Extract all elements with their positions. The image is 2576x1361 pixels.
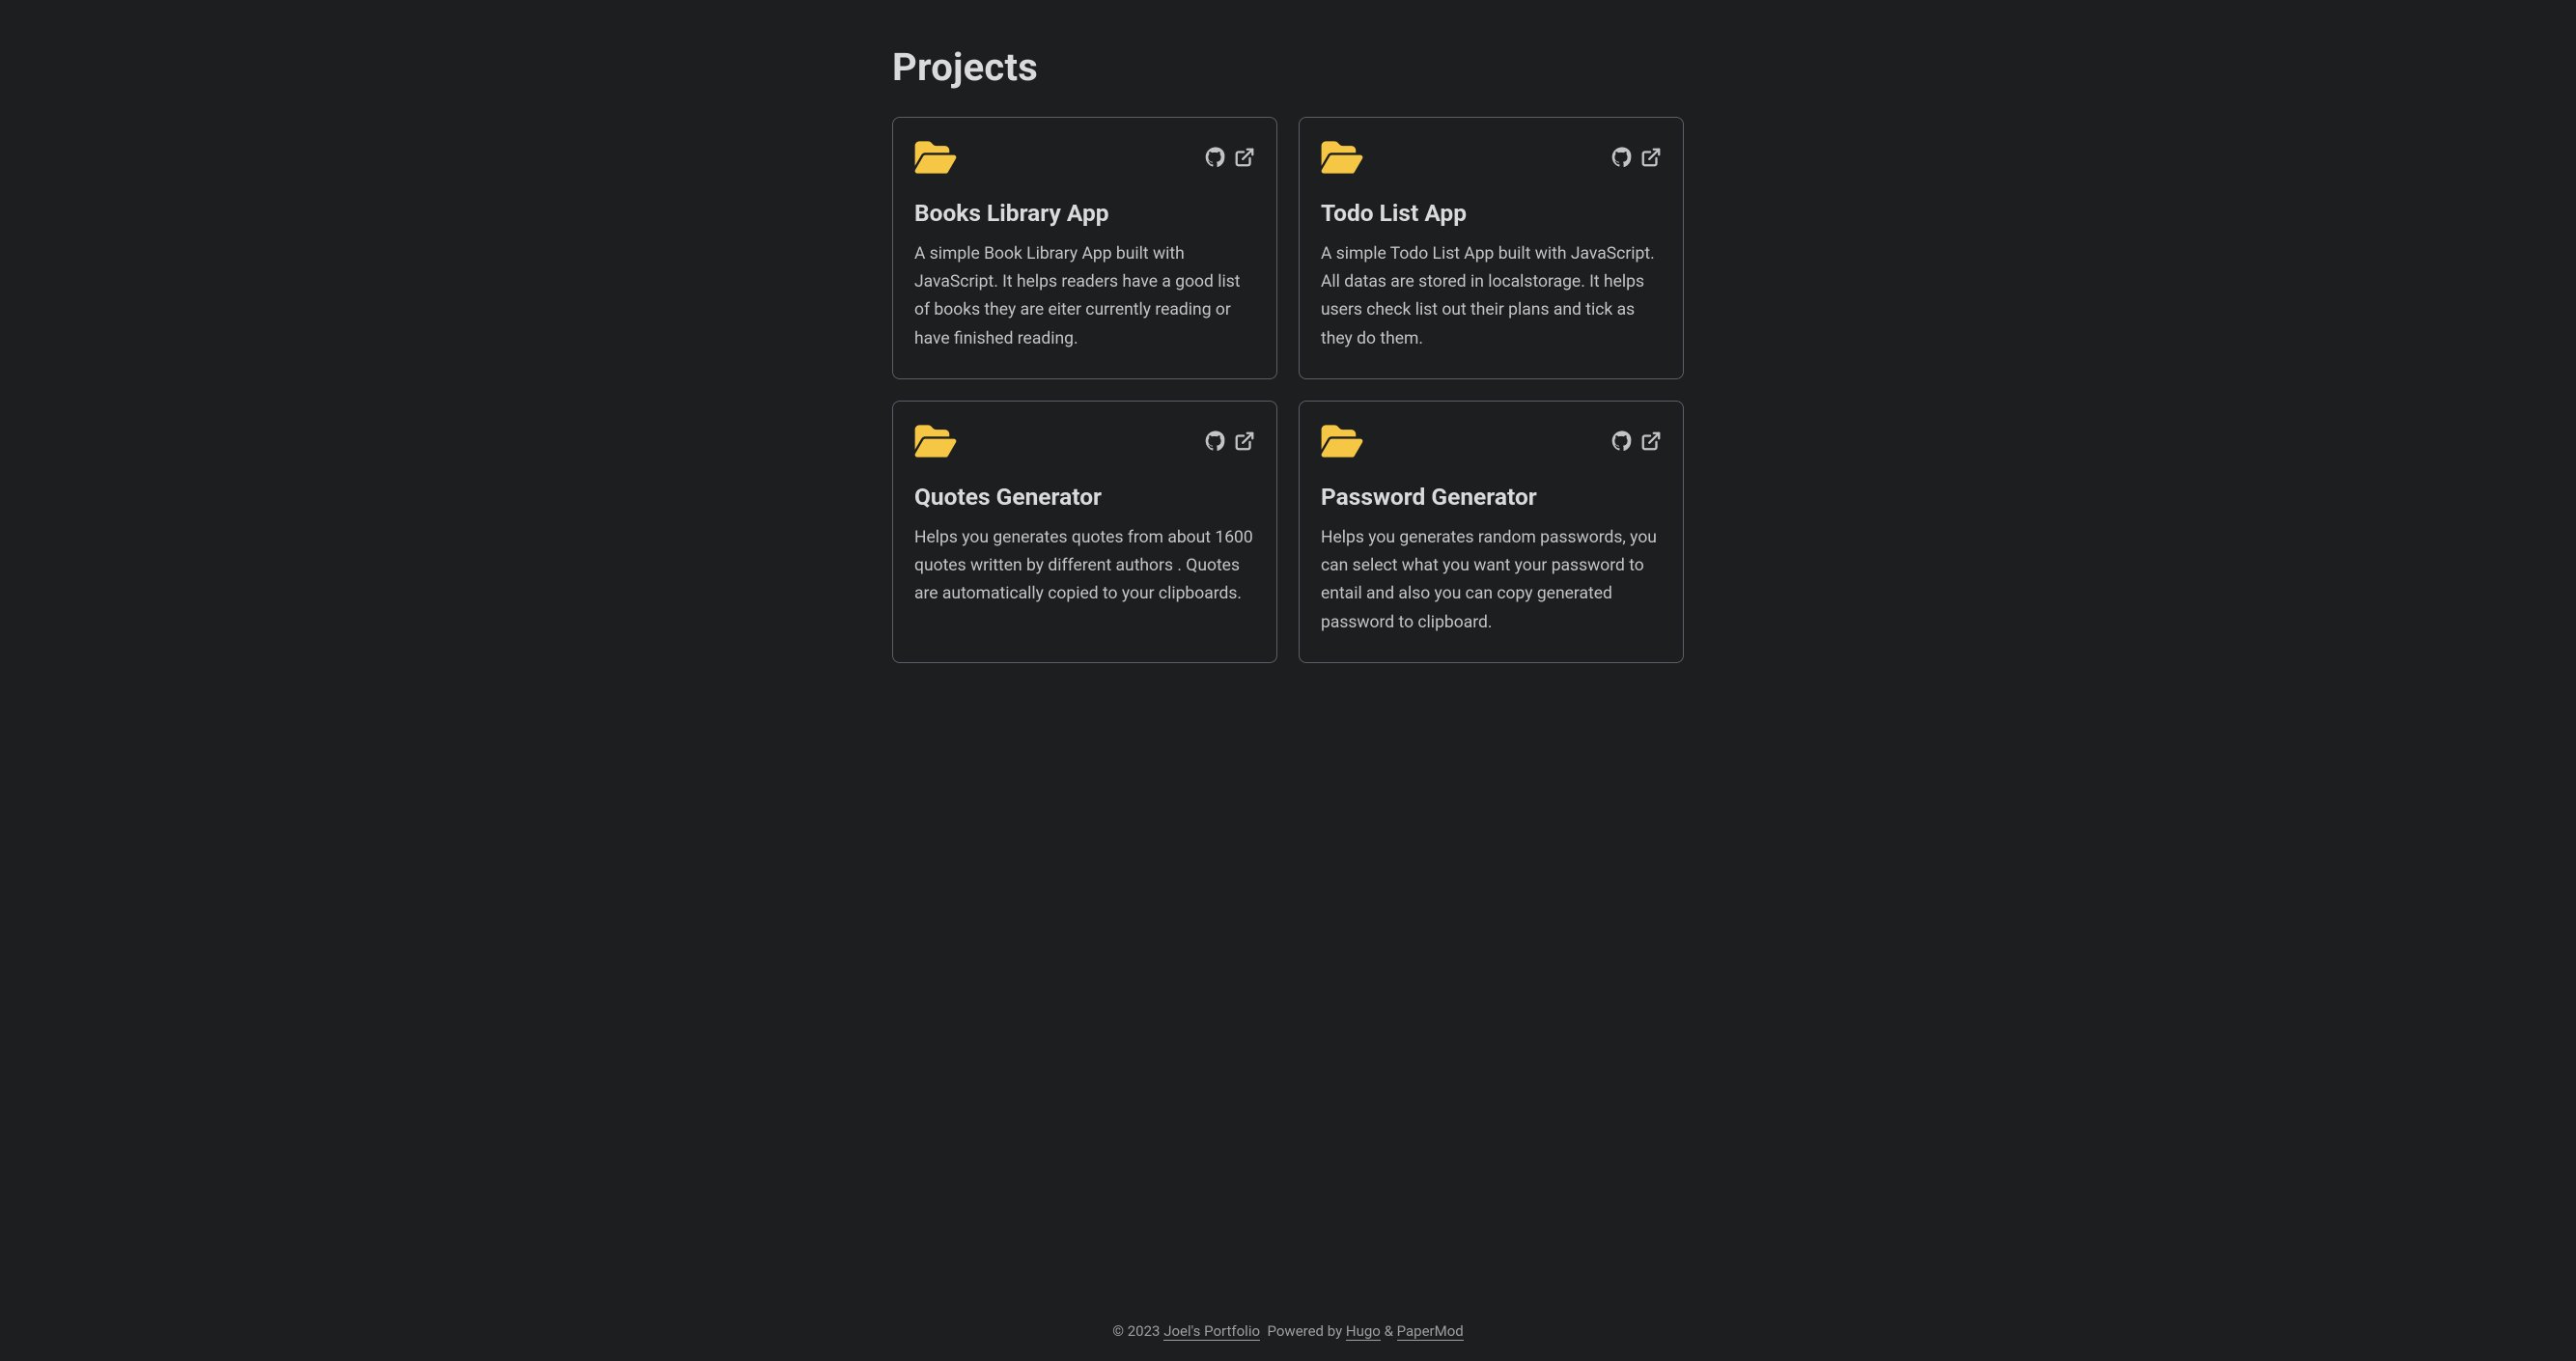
card-header — [1321, 423, 1662, 459]
papermod-link[interactable]: PaperMod — [1397, 1322, 1464, 1341]
external-link[interactable] — [1234, 147, 1255, 168]
ampersand: & — [1381, 1322, 1397, 1340]
folder-open-icon — [914, 423, 957, 459]
project-card: Password Generator Helps you generates r… — [1299, 401, 1684, 663]
card-links — [1611, 431, 1662, 452]
external-link[interactable] — [1234, 431, 1255, 452]
folder-open-icon — [1321, 139, 1363, 176]
projects-grid: Books Library App A simple Book Library … — [892, 117, 1684, 663]
external-link[interactable] — [1640, 147, 1662, 168]
project-card: Todo List App A simple Todo List App bui… — [1299, 117, 1684, 379]
project-title: Quotes Generator — [914, 483, 1255, 511]
project-description: Helps you generates random passwords, yo… — [1321, 524, 1662, 637]
project-card: Books Library App A simple Book Library … — [892, 117, 1277, 379]
site-name-link[interactable]: Joel's Portfolio — [1163, 1322, 1260, 1341]
project-card: Quotes Generator Helps you generates quo… — [892, 401, 1277, 663]
hugo-link[interactable]: Hugo — [1346, 1322, 1381, 1341]
project-title: Todo List App — [1321, 199, 1662, 227]
page-title: Projects — [892, 44, 1684, 90]
external-link[interactable] — [1640, 431, 1662, 452]
project-description: Helps you generates quotes from about 16… — [914, 524, 1255, 609]
github-link[interactable] — [1611, 431, 1633, 452]
card-links — [1205, 431, 1255, 452]
project-description: A simple Book Library App built with Jav… — [914, 240, 1255, 353]
card-header — [1321, 139, 1662, 176]
project-title: Password Generator — [1321, 483, 1662, 511]
github-link[interactable] — [1205, 431, 1226, 452]
github-link[interactable] — [1611, 147, 1633, 168]
copyright-prefix: © 2023 — [1112, 1322, 1163, 1340]
card-header — [914, 139, 1255, 176]
content-container: Projects Books Library App A simple Book… — [892, 0, 1684, 1290]
card-header — [914, 423, 1255, 459]
project-description: A simple Todo List App built with JavaSc… — [1321, 240, 1662, 353]
site-footer: © 2023 Joel's Portfolio Powered by Hugo … — [0, 1290, 2576, 1361]
github-link[interactable] — [1205, 147, 1226, 168]
folder-open-icon — [914, 139, 957, 176]
card-links — [1611, 147, 1662, 168]
powered-by-prefix: Powered by — [1268, 1322, 1346, 1340]
project-title: Books Library App — [914, 199, 1255, 227]
folder-open-icon — [1321, 423, 1363, 459]
card-links — [1205, 147, 1255, 168]
